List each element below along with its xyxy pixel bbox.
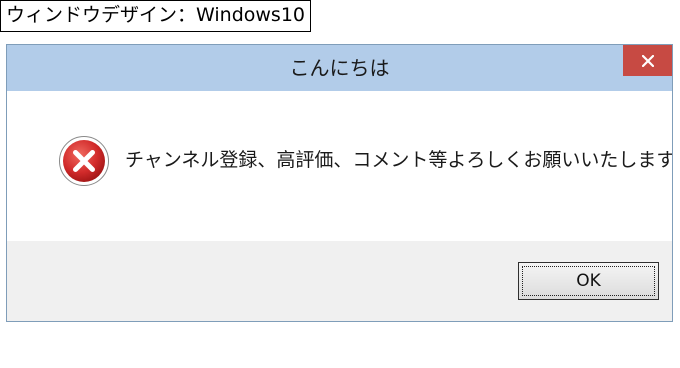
dialog-title: こんにちは <box>289 56 390 80</box>
dialog-message: チャンネル登録、高評価、コメント等よろしくお願いいたします！ <box>125 149 673 171</box>
dialog-content: チャンネル登録、高評価、コメント等よろしくお願いいたします！ <box>7 91 672 241</box>
dialog-footer: OK <box>7 241 672 321</box>
close-button[interactable] <box>623 45 672 76</box>
ok-button[interactable]: OK <box>518 262 659 300</box>
title-bar[interactable]: こんにちは <box>7 45 672 91</box>
design-caption: ウィンドウデザイン：Windows10 <box>0 0 311 32</box>
error-icon <box>58 135 110 187</box>
close-icon <box>641 54 654 67</box>
message-dialog: こんにちは チャンネル登録、高評価、コメント等よろしくお願いいたします！ OK <box>6 44 673 322</box>
ok-button-label: OK <box>522 266 655 296</box>
